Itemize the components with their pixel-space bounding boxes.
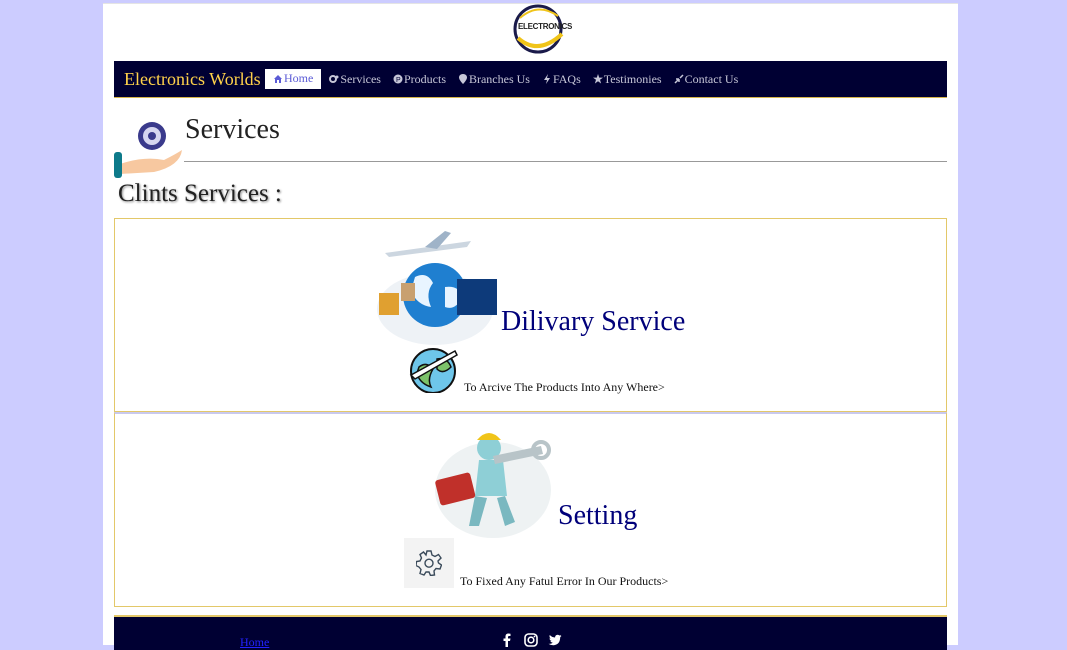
nav-item-label: FAQs bbox=[552, 71, 581, 86]
service-card-delivery: Dilivary Service To Arcive The Products … bbox=[114, 218, 947, 412]
nav-item-label: Branches Us bbox=[468, 71, 530, 86]
nav-item-branches[interactable]: Branches Us bbox=[452, 69, 536, 90]
product-icon: P bbox=[393, 74, 403, 84]
map-marker-icon bbox=[458, 74, 467, 84]
compress-icon bbox=[674, 74, 684, 84]
logo-text: ELECTRONICS bbox=[518, 22, 573, 31]
main-navbar: Electronics Worlds Home Services P Produ… bbox=[114, 61, 947, 98]
nav-item-label: Testimonies bbox=[603, 71, 662, 86]
page-container: ELECTRONICS Electronics Worlds Home Serv… bbox=[103, 3, 958, 650]
service-description: To Arcive The Products Into Any Where> bbox=[464, 380, 665, 394]
nav-item-label: Services bbox=[340, 71, 381, 86]
nav-item-testimonies[interactable]: Testimonies bbox=[587, 69, 668, 90]
home-icon bbox=[274, 74, 282, 83]
footer-link-home[interactable]: Home bbox=[240, 635, 269, 650]
nav-item-label: Home bbox=[284, 71, 314, 85]
facebook-icon[interactable] bbox=[500, 633, 514, 647]
delivery-globe-image bbox=[377, 231, 497, 345]
gear-icon bbox=[416, 550, 442, 576]
nav-item-faqs[interactable]: FAQs bbox=[536, 69, 587, 90]
instagram-icon[interactable] bbox=[524, 633, 538, 647]
service-card-setting: Setting To Fixed Any Fatul Error In Our … bbox=[114, 412, 947, 607]
globe-plane-icon bbox=[409, 348, 458, 393]
service-description: To Fixed Any Fatul Error In Our Products… bbox=[460, 574, 669, 588]
svg-text:P: P bbox=[396, 77, 401, 84]
cogs-icon bbox=[329, 75, 339, 83]
twitter-icon[interactable] bbox=[548, 633, 562, 647]
star-icon bbox=[592, 74, 603, 84]
nav-item-products[interactable]: P Products bbox=[387, 69, 452, 90]
bolt-icon bbox=[543, 74, 550, 84]
services-header: Services bbox=[114, 114, 947, 178]
service-title: Setting bbox=[558, 500, 638, 531]
hand-gear-icon bbox=[114, 122, 182, 178]
nav-item-contact[interactable]: Contact Us bbox=[668, 69, 745, 90]
nav-item-label: Contact Us bbox=[684, 71, 739, 86]
section-subtitle: Clints Services : bbox=[118, 180, 282, 207]
social-links bbox=[500, 633, 562, 647]
brand-name[interactable]: Electronics Worlds bbox=[124, 69, 261, 90]
gear-icon-box bbox=[404, 538, 454, 588]
nav-item-label: Products bbox=[403, 71, 446, 86]
page-title: Services bbox=[185, 114, 280, 145]
title-divider bbox=[184, 161, 947, 162]
repairman-image bbox=[435, 433, 551, 538]
nav-item-home[interactable]: Home bbox=[265, 69, 322, 89]
nav-menu: Home Services P Products Branches Us FAQ… bbox=[265, 68, 744, 90]
site-footer: Home bbox=[114, 615, 947, 650]
site-logo[interactable]: ELECTRONICS bbox=[510, 4, 573, 56]
service-title: Dilivary Service bbox=[501, 306, 686, 337]
nav-item-services[interactable]: Services bbox=[323, 69, 387, 90]
